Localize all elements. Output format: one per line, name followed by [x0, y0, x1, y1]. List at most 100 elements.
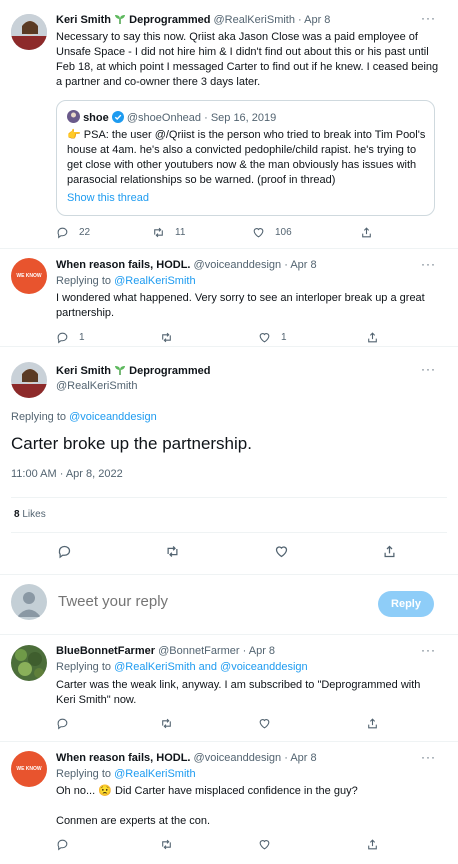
like-button[interactable] [258, 717, 366, 730]
reply-button[interactable] [56, 717, 160, 730]
retweet-button[interactable]: 11 [152, 226, 252, 239]
handle-date[interactable]: @RealKeriSmith · Apr 8 [214, 14, 331, 26]
pointing-right-icon: 👉 [67, 129, 81, 141]
heart-icon [259, 719, 270, 729]
retweet-icon [162, 839, 171, 850]
author-name[interactable]: When reason fails, HODL. [56, 259, 190, 271]
tweet-bluebonnetfarmer[interactable]: BlueBonnetFarmer @BonnetFarmer · Apr 8 ·… [0, 635, 458, 741]
handle-date[interactable]: @voiceanddesign · Apr 8 [194, 752, 317, 764]
tweet-voiceanddesign[interactable]: WE KNOW When reason fails, HODL. @voicea… [0, 249, 458, 345]
replying-to-link[interactable]: @RealKeriSmith [114, 768, 195, 780]
user-avatar-placeholder [11, 584, 47, 620]
show-thread-link[interactable]: Show this thread [67, 192, 149, 204]
like-button[interactable]: 1 [258, 331, 366, 344]
share-button[interactable] [366, 717, 379, 730]
author-name[interactable]: Keri Smith [56, 365, 111, 377]
verified-icon [111, 111, 124, 126]
tweet-text: Carter was the weak link, anyway. I am s… [56, 679, 421, 706]
quote-author-name: shoe [83, 112, 109, 124]
quote-tweet[interactable]: shoe @shoeOnhead · Sep 16, 2019 👉 PSA: t… [56, 100, 435, 216]
retweet-button[interactable] [160, 331, 258, 344]
main-tweet: Keri Smith Deprogrammed @RealKeriSmith ·… [0, 347, 458, 575]
replying-to-label: Replying to [11, 411, 70, 423]
retweet-icon [162, 332, 171, 343]
likes-stat[interactable]: 8 Likes [14, 509, 46, 520]
avatar[interactable]: WE KNOW [11, 258, 47, 294]
share-button[interactable] [360, 226, 373, 239]
author-name[interactable]: Keri Smith [56, 14, 111, 26]
replying-to-link[interactable]: @RealKeriSmith [114, 275, 195, 287]
more-icon[interactable]: ··· [421, 643, 436, 657]
reply-button[interactable] [56, 838, 160, 851]
sprout-icon [114, 364, 126, 379]
share-icon [368, 718, 377, 729]
share-button[interactable] [366, 331, 379, 344]
tweet-keri-smith[interactable]: Keri Smith Deprogrammed @RealKeriSmith ·… [0, 0, 458, 250]
reply-composer: Reply [0, 575, 458, 633]
retweet-button[interactable] [160, 717, 258, 730]
reply-button[interactable]: 22 [56, 226, 152, 239]
like-button[interactable]: 106 [252, 226, 360, 239]
heart-icon[interactable] [274, 544, 289, 559]
avatar[interactable] [11, 645, 47, 681]
reply-icon [57, 227, 68, 239]
tweet-text: I wondered what happened. Very sorry to … [56, 292, 425, 319]
handle-date[interactable]: @voiceanddesign · Apr 8 [194, 259, 317, 271]
reply-count: 22 [79, 227, 91, 238]
more-icon[interactable]: ··· [421, 362, 436, 376]
retweet-icon[interactable] [165, 544, 180, 559]
share-icon[interactable] [382, 544, 397, 559]
divider [11, 497, 447, 498]
avatar[interactable]: WE KNOW [11, 751, 47, 787]
likes-label: Likes [22, 509, 46, 520]
timestamp[interactable]: 11:00 AM · Apr 8, 2022 [11, 468, 123, 480]
quote-text: PSA: the user @/Qriist is the person who… [67, 129, 426, 186]
replying-to-label: Replying to [56, 661, 115, 673]
like-count: 106 [275, 227, 292, 238]
share-icon [368, 839, 377, 850]
sprout-icon [114, 13, 126, 28]
replying-to-label: Replying to [56, 768, 115, 780]
heart-icon [259, 840, 270, 850]
heart-icon [259, 333, 270, 343]
author-name-suffix: Deprogrammed [129, 14, 211, 26]
avatar-image [11, 645, 47, 681]
like-count: 1 [281, 332, 287, 343]
more-icon[interactable]: ··· [421, 11, 436, 25]
tweet-voiceanddesign-2[interactable]: WE KNOW When reason fails, HODL. @voicea… [0, 742, 458, 864]
author-handle[interactable]: @RealKeriSmith [56, 380, 137, 392]
avatar[interactable] [11, 362, 47, 398]
share-icon [362, 227, 371, 238]
quote-handle-date: @shoeOnhead · Sep 16, 2019 [126, 112, 277, 124]
author-name-suffix: Deprogrammed [129, 365, 211, 377]
avatar[interactable] [11, 14, 47, 50]
replying-to-link[interactable]: @RealKeriSmith and @voiceanddesign [114, 661, 308, 673]
author-name[interactable]: BlueBonnetFarmer [56, 645, 155, 657]
replying-to-label: Replying to [56, 275, 115, 287]
author-name[interactable]: When reason fails, HODL. [56, 752, 190, 764]
retweet-button[interactable] [160, 838, 258, 851]
share-icon [368, 332, 377, 343]
reply-icon[interactable] [57, 544, 72, 559]
tweet-text-line-1: Oh no... 😟 Did Carter have misplaced con… [56, 785, 358, 797]
likes-count: 8 [14, 509, 20, 520]
handle-date[interactable]: @BonnetFarmer · Apr 8 [158, 645, 275, 657]
like-button[interactable] [258, 838, 366, 851]
avatar-image [11, 14, 47, 50]
quote-avatar [67, 110, 80, 126]
retweet-icon [154, 227, 163, 238]
share-button[interactable] [366, 838, 379, 851]
reply-button[interactable]: 1 [56, 331, 160, 344]
reply-button[interactable]: Reply [378, 591, 434, 617]
heart-icon [253, 228, 264, 238]
tweet-text-line-2: Conmen are experts at the con. [56, 815, 211, 827]
avatar-image [11, 362, 47, 398]
reply-input[interactable] [56, 592, 360, 611]
tweet-text: Necessary to say this now. Qriist aka Ja… [56, 31, 439, 88]
more-icon[interactable]: ··· [421, 750, 436, 764]
retweet-count: 11 [175, 227, 186, 238]
replying-to-link[interactable]: @voiceanddesign [69, 411, 157, 423]
retweet-icon [162, 718, 171, 729]
default-user-icon [17, 592, 41, 617]
more-icon[interactable]: ··· [421, 257, 436, 271]
